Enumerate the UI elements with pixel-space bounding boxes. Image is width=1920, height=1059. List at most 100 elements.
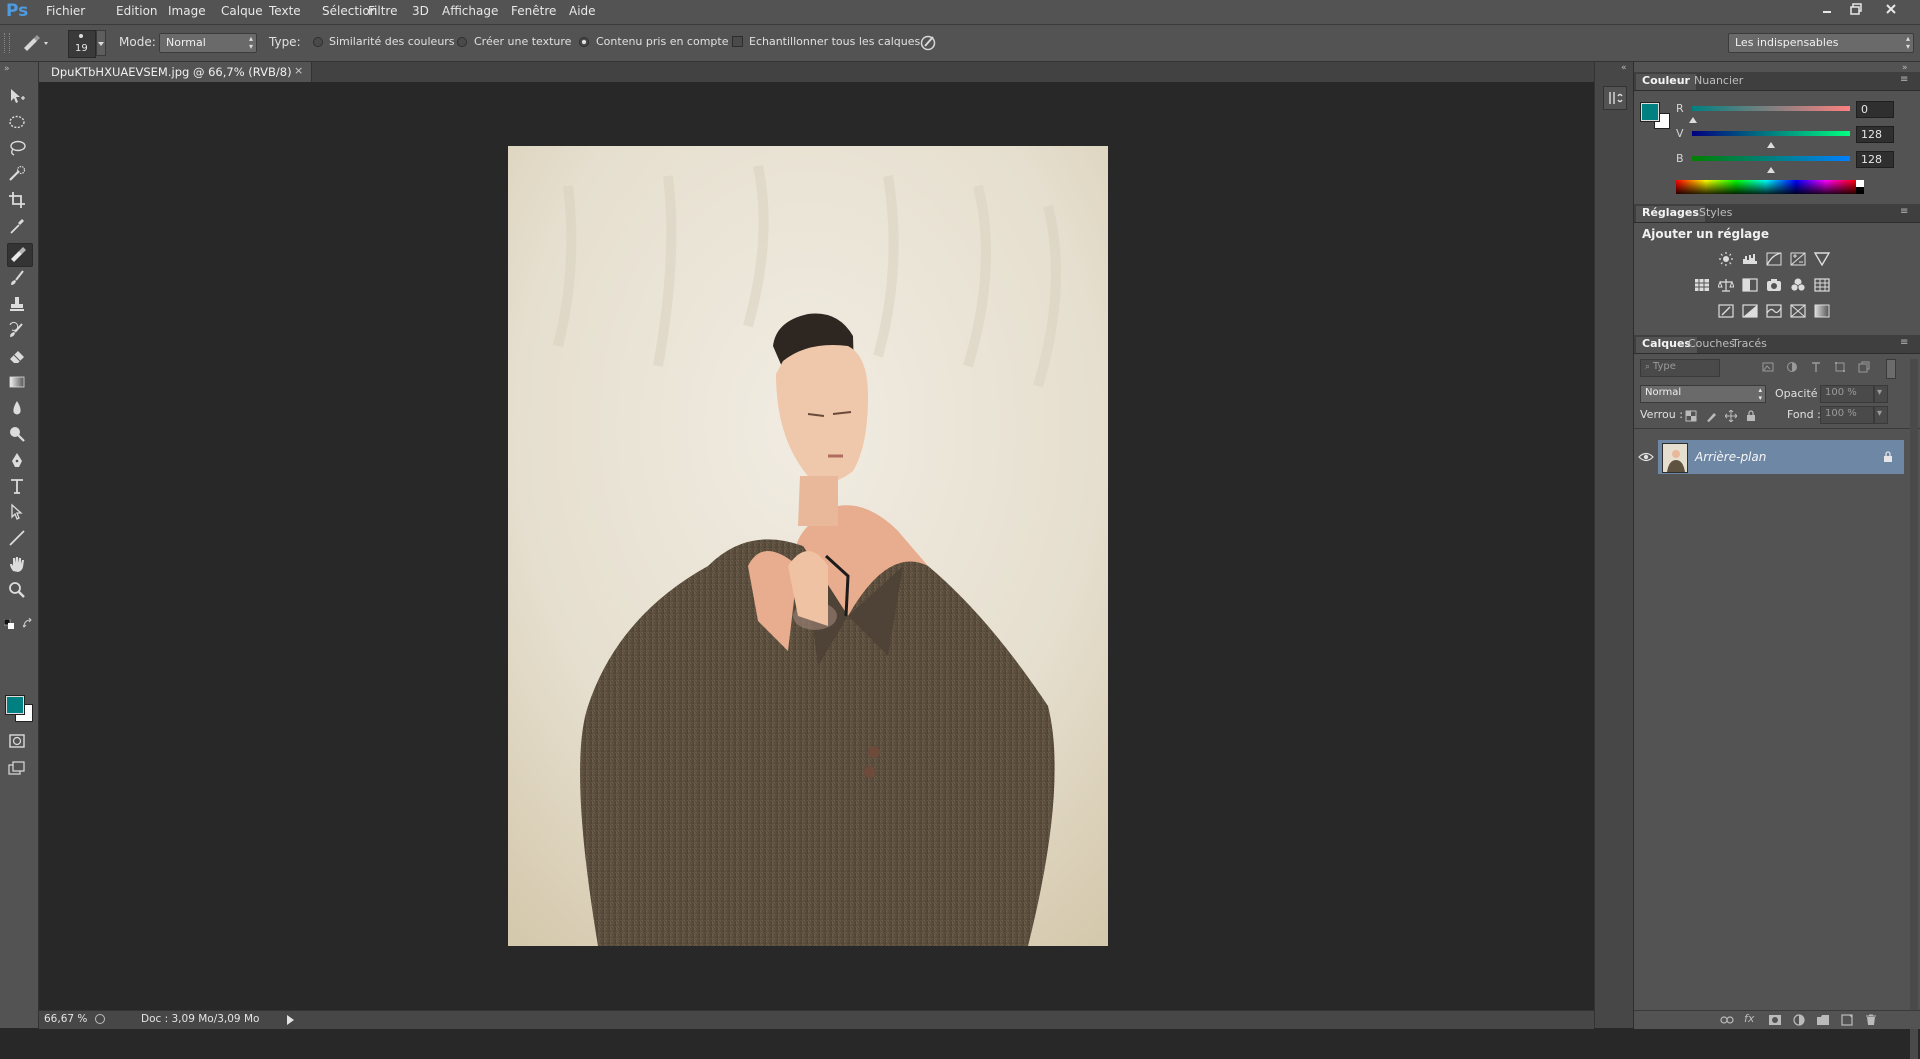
workspace-select[interactable]: Les indispensables ▴ ▾ [1728, 33, 1914, 53]
selective-color-icon[interactable] [1790, 304, 1806, 318]
lock-transparent-pixels-icon[interactable] [1685, 410, 1697, 425]
option-content-aware-label[interactable]: Contenu pris en compte [596, 35, 728, 48]
menu-affichage[interactable]: Affichage [442, 4, 498, 18]
fx-icon[interactable]: fx [1744, 1012, 1754, 1025]
document-tab[interactable]: DpuKTbHXUAEVSEM.jpg @ 66,7% (RVB/8) × [39, 62, 312, 82]
channel-v-value[interactable]: 128 [1856, 126, 1894, 143]
minimize-icon[interactable] [1817, 2, 1837, 20]
menu-fichier[interactable]: Fichier [46, 4, 85, 18]
layer-visibility-toggle[interactable] [1635, 440, 1657, 474]
adjustment-layer-icon[interactable] [1792, 1014, 1806, 1029]
hand-tool-icon[interactable] [7, 555, 31, 577]
menu-edition[interactable]: Edition [116, 4, 158, 18]
layer-filter-select[interactable]: ⌕ Type [1640, 359, 1720, 377]
new-layer-icon[interactable] [1840, 1014, 1854, 1029]
black-white-icon[interactable] [1742, 278, 1758, 292]
channel-b-value[interactable]: 128 [1856, 151, 1894, 168]
clone-stamp-icon[interactable] [7, 295, 31, 317]
menu-aide[interactable]: Aide [569, 4, 596, 18]
quick-mask-icon[interactable] [7, 732, 31, 754]
lock-all-icon[interactable] [1745, 410, 1757, 425]
photo-filter-icon[interactable] [1766, 278, 1782, 292]
panel-menu-icon[interactable]: ≡ [1900, 206, 1908, 217]
tab-styles[interactable]: Styles [1693, 206, 1738, 222]
ramp-black-swatch[interactable] [1856, 187, 1864, 194]
filter-pixel-icon[interactable] [1762, 361, 1774, 376]
history-panel-icon[interactable] [1603, 86, 1627, 110]
status-info-icon[interactable] [94, 1013, 106, 1028]
close-tab-icon[interactable]: × [294, 64, 303, 77]
tab-traces[interactable]: Tracés [1726, 337, 1773, 353]
canvas-vertical-scrollbar[interactable] [1574, 82, 1594, 1010]
sample-all-layers-label[interactable]: Echantillonner tous les calques [749, 35, 920, 48]
lock-position-icon[interactable] [1724, 409, 1738, 425]
trash-icon[interactable] [1864, 1014, 1878, 1029]
menu-3d[interactable]: 3D [412, 4, 429, 18]
type-tool-icon[interactable] [7, 477, 31, 499]
link-layers-icon[interactable] [1720, 1014, 1734, 1029]
fill-input[interactable]: 100 % [1820, 406, 1874, 424]
lock-image-pixels-icon[interactable] [1705, 410, 1717, 425]
marquee-tool-icon[interactable] [7, 113, 31, 135]
menu-filtre[interactable]: Filtre [368, 4, 397, 18]
quick-selection-tool-icon[interactable] [7, 165, 31, 187]
channel-r-value[interactable]: 0 [1856, 101, 1894, 118]
opacity-dropdown-arrow[interactable]: ▾ [1874, 385, 1888, 403]
tool-preset-icon[interactable] [20, 33, 50, 56]
menu-fenetre[interactable]: Fenêtre [511, 4, 556, 18]
option-create-texture-label[interactable]: Créer une texture [474, 35, 571, 48]
foreground-color-swatch[interactable] [5, 695, 25, 715]
line-tool-icon[interactable] [7, 529, 31, 551]
filter-smart-object-icon[interactable] [1858, 361, 1870, 376]
gradient-map-icon[interactable] [1814, 304, 1830, 318]
brightness-contrast-icon[interactable] [1718, 252, 1734, 266]
panel-menu-icon[interactable]: ≡ [1900, 337, 1908, 348]
curves-icon[interactable] [1766, 252, 1782, 266]
brush-dropdown-arrow[interactable] [96, 30, 106, 56]
hue-saturation-icon[interactable] [1694, 278, 1710, 292]
mode-select[interactable]: Normal ▴ ▾ [159, 33, 257, 53]
default-colors-icon[interactable] [3, 618, 14, 632]
history-brush-icon[interactable] [7, 321, 31, 343]
move-tool-icon[interactable] [7, 87, 31, 109]
eyedropper-tool-icon[interactable] [7, 217, 31, 239]
color-spectrum-ramp[interactable] [1676, 180, 1856, 194]
sample-all-layers-checkbox[interactable] [732, 36, 743, 47]
gradient-tool-icon[interactable] [7, 373, 31, 395]
option-proximity-match-label[interactable]: Similarité des couleurs [329, 35, 455, 48]
layer-row-arriere-plan[interactable]: Arrière-plan [1658, 440, 1904, 474]
channel-v-thumb[interactable] [1767, 137, 1775, 151]
close-icon[interactable] [1881, 2, 1901, 20]
channel-b-slider[interactable] [1692, 156, 1850, 161]
posterize-icon[interactable] [1742, 304, 1758, 318]
spot-healing-brush-icon[interactable] [7, 243, 33, 267]
fill-dropdown-arrow[interactable]: ▾ [1874, 406, 1888, 424]
path-selection-icon[interactable] [7, 503, 31, 525]
collapse-toolbar-icon[interactable]: » [4, 64, 10, 74]
exposure-icon[interactable] [1790, 252, 1806, 266]
zoom-level[interactable]: 66,67 % [44, 1013, 87, 1025]
swap-colors-icon[interactable] [22, 617, 33, 631]
vibrance-icon[interactable] [1813, 252, 1831, 267]
blend-mode-select[interactable]: Normal ▴ ▾ [1640, 385, 1766, 403]
filter-toggle[interactable] [1886, 359, 1896, 379]
ramp-white-swatch[interactable] [1856, 180, 1864, 187]
filter-type-icon[interactable] [1810, 361, 1822, 376]
channel-mixer-icon[interactable] [1790, 278, 1806, 292]
status-menu-arrow-icon[interactable] [285, 1014, 295, 1029]
layers-scrollbar[interactable] [1910, 359, 1918, 1059]
menu-texte[interactable]: Texte [269, 4, 301, 18]
channel-r-slider[interactable] [1692, 106, 1850, 111]
restore-icon[interactable] [1846, 2, 1866, 20]
panel-menu-icon[interactable]: ≡ [1900, 74, 1908, 85]
tab-couleur[interactable]: Couleur [1636, 74, 1696, 90]
channel-v-slider[interactable] [1692, 131, 1850, 136]
brush-size-picker[interactable]: 19 [68, 30, 96, 58]
layer-name[interactable]: Arrière-plan [1695, 450, 1766, 464]
channel-r-thumb[interactable] [1689, 112, 1697, 126]
channel-b-thumb[interactable] [1767, 162, 1775, 176]
document-image[interactable] [508, 146, 1108, 946]
menu-image[interactable]: Image [168, 4, 206, 18]
pen-tool-icon[interactable] [7, 451, 31, 473]
color-balance-icon[interactable] [1717, 278, 1735, 292]
